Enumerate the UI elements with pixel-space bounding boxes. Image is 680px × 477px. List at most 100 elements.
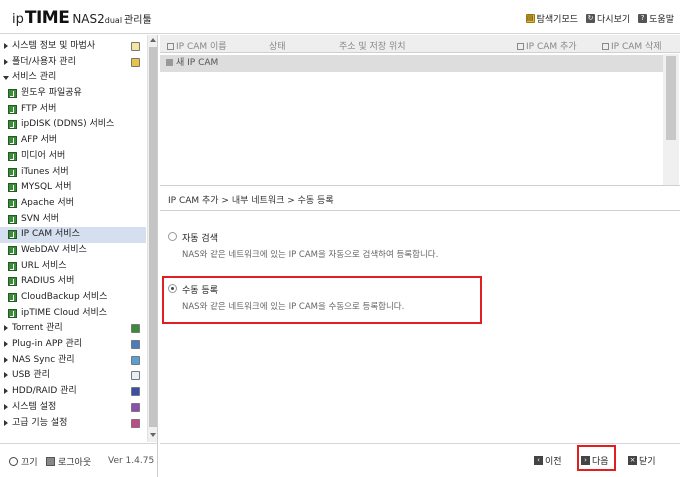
help-link[interactable]: ? 도움말 — [638, 12, 674, 25]
service-icon — [8, 245, 17, 255]
sidebar-item-itunes[interactable]: iTunes 서버 — [0, 165, 146, 181]
sidebar-item-label: 시스템 정보 및 마법사 — [12, 41, 96, 51]
sidebar-item-label: NAS Sync 관리 — [12, 354, 75, 365]
sidebar-item-ipdisk[interactable]: ipDISK (DDNS) 서비스 — [0, 117, 146, 133]
camera-icon — [167, 43, 174, 50]
delete-icon — [602, 43, 609, 50]
service-icon — [8, 261, 17, 271]
folder-user-icon — [131, 57, 140, 67]
logo-admin: 관리툴 — [124, 15, 152, 26]
sidebar-item-label: 서비스 관리 — [12, 72, 57, 83]
sidebar-item-label: Apache 서버 — [21, 197, 74, 208]
reload-icon: ↻ — [586, 14, 596, 23]
sidebar-item-iptime-cloud[interactable]: ipTIME Cloud 서비스 — [0, 306, 146, 322]
service-icon — [8, 308, 17, 318]
option-desc: NAS와 같은 네트워크에 있는 IP CAM을 자동으로 검색하여 등록합니다… — [182, 250, 439, 260]
add-ipcam-button[interactable]: IP CAM 추가 — [517, 39, 577, 52]
prev-button[interactable]: ‹ 이전 — [534, 454, 562, 467]
sidebar-item-ipcam[interactable]: IP CAM 서비스 — [0, 227, 146, 243]
column-status[interactable]: 상태 — [269, 39, 286, 52]
sidebar-item-folder-user[interactable]: 폴더/사용자 관리 — [0, 55, 146, 71]
column-ipcam-name[interactable]: IP CAM 이름 — [167, 39, 227, 52]
sidebar-item-label: SVN 서버 — [21, 213, 60, 224]
service-icon — [8, 198, 17, 208]
sidebar-item-media[interactable]: 미디어 서버 — [0, 149, 146, 165]
scroll-thumb[interactable] — [666, 56, 676, 140]
sidebar-item-cloudbackup[interactable]: CloudBackup 서비스 — [0, 290, 146, 306]
sidebar-item-usb[interactable]: USB 관리 — [0, 368, 146, 384]
sidebar-item-webdav[interactable]: WebDAV 서비스 — [0, 243, 146, 259]
delete-ipcam-button[interactable]: IP CAM 삭제 — [602, 39, 662, 52]
logout-label: 로그아웃 — [58, 458, 92, 468]
sidebar-item-hdd-raid[interactable]: HDD/RAID 관리 — [0, 384, 146, 400]
add-icon — [517, 43, 524, 50]
service-icon — [8, 151, 17, 161]
power-icon — [9, 457, 18, 466]
help-label: 도움말 — [649, 15, 674, 25]
service-icon — [8, 136, 17, 146]
sidebar-item-label: Torrent 관리 — [12, 323, 63, 334]
sidebar-item-label: AFP 서버 — [21, 135, 58, 146]
sidebar-item-label: 미디어 서버 — [21, 150, 66, 161]
sidebar-item-apache[interactable]: Apache 서버 — [0, 196, 146, 212]
sidebar-item-nas-sync[interactable]: NAS Sync 관리 — [0, 353, 146, 369]
sidebar-item-label: RADIUS 서버 — [21, 276, 75, 287]
logout-icon — [46, 457, 55, 466]
sidebar-item-label: URL 서비스 — [21, 260, 67, 271]
iptime-logo: ip TIME NAS2 dual 관리툴 — [12, 8, 152, 28]
logo-nas: NAS2 — [72, 12, 105, 26]
auto-search-radio[interactable] — [168, 232, 177, 241]
breadcrumb: IP CAM 추가 > 내부 네트워크 > 수동 등록 — [168, 196, 334, 206]
scroll-up-icon[interactable] — [150, 38, 156, 42]
sidebar-item-label: ipDISK (DDNS) 서비스 — [21, 119, 115, 130]
explorer-mode-label: 탐색기모드 — [536, 15, 579, 25]
service-icon — [8, 183, 17, 193]
camlist-header: IP CAM 이름 상태 주소 및 저장 위치 IP CAM 추가 IP CAM… — [160, 35, 680, 53]
logout-button[interactable]: 로그아웃 — [46, 455, 91, 468]
camlist-scrollbar[interactable] — [663, 54, 679, 185]
sidebar-item-system-settings[interactable]: 시스템 설정 — [0, 400, 146, 416]
sidebar-item-windows-share[interactable]: 윈도우 파일공유 — [0, 86, 146, 102]
reload-label: 다시보기 — [597, 15, 631, 25]
reload-link[interactable]: ↻ 다시보기 — [586, 12, 630, 25]
sidebar-menu: 시스템 정보 및 마법사 폴더/사용자 관리 서비스 관리 윈도우 파일공유 F… — [0, 39, 146, 431]
sidebar-item-label: WebDAV 서비스 — [21, 244, 87, 255]
sidebar-item-radius[interactable]: RADIUS 서버 — [0, 274, 146, 290]
help-icon: ? — [638, 14, 648, 23]
scroll-down-icon[interactable] — [150, 433, 156, 437]
service-icon — [8, 120, 17, 130]
table-row[interactable]: 새 IP CAM — [160, 55, 663, 72]
column-address[interactable]: 주소 및 저장 위치 — [339, 39, 406, 52]
sidebar-item-system-info[interactable]: 시스템 정보 및 마법사 — [0, 39, 146, 55]
service-icon — [8, 230, 17, 240]
next-button-highlight — [577, 445, 616, 471]
close-button[interactable]: × 닫기 — [628, 454, 656, 467]
sidebar-item-url[interactable]: URL 서비스 — [0, 259, 146, 275]
sidebar-item-advanced-settings[interactable]: 고급 기능 설정 — [0, 416, 146, 432]
top-links: ▤ 탐색기모드 ↻ 다시보기 ? 도움말 — [525, 12, 674, 25]
sidebar-item-svn[interactable]: SVN 서버 — [0, 212, 146, 228]
sidebar-item-afp[interactable]: AFP 서버 — [0, 133, 146, 149]
explorer-mode-link[interactable]: ▤ 탐색기모드 — [525, 12, 579, 25]
sidebar: 시스템 정보 및 마법사 폴더/사용자 관리 서비스 관리 윈도우 파일공유 F… — [0, 35, 158, 443]
sidebar-item-torrent[interactable]: Torrent 관리 — [0, 321, 146, 337]
logo-time: TIME — [24, 8, 70, 28]
sidebar-item-label: 고급 기능 설정 — [12, 417, 68, 428]
sidebar-item-label: HDD/RAID 관리 — [12, 386, 77, 397]
logo-dual: dual — [104, 16, 123, 25]
torrent-icon — [131, 324, 140, 334]
close-icon: × — [628, 456, 637, 465]
sidebar-item-service[interactable]: 서비스 관리 — [0, 70, 146, 86]
camera-icon — [166, 59, 173, 66]
scroll-thumb[interactable] — [149, 47, 157, 427]
power-off-button[interactable]: 끄기 — [9, 455, 38, 468]
prev-icon: ‹ — [534, 456, 543, 465]
sidebar-item-label: 윈도우 파일공유 — [21, 88, 82, 99]
explorer-icon: ▤ — [525, 14, 535, 23]
sidebar-item-mysql[interactable]: MYSQL 서버 — [0, 180, 146, 196]
sidebar-scrollbar[interactable] — [147, 35, 157, 442]
sidebar-item-ftp[interactable]: FTP 서버 — [0, 102, 146, 118]
sidebar-item-plugin[interactable]: Plug-in APP 관리 — [0, 337, 146, 353]
advanced-settings-icon — [131, 418, 140, 428]
sidebar-item-label: iTunes 서버 — [21, 166, 69, 177]
